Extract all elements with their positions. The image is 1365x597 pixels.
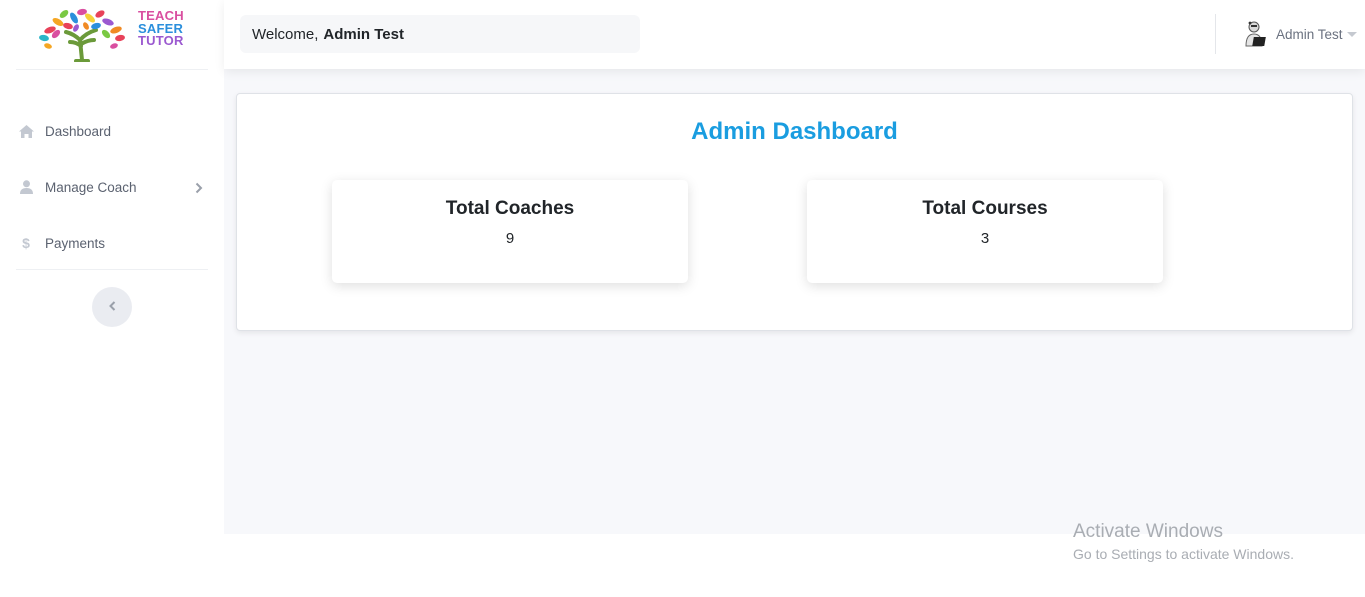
watermark-subtitle: Go to Settings to activate Windows. [1073,546,1294,562]
brand-line-tutor: TUTOR [138,33,184,48]
stat-value: 3 [980,230,990,247]
avatar [1241,19,1271,49]
stat-value: 9 [505,230,515,247]
dashboard-card: Admin Dashboard Total Coaches 9 Total Co… [236,93,1353,331]
sidebar: TEACH SAFER TUTOR Dashboard Manage Coach… [0,0,224,597]
chevron-right-icon [195,181,205,194]
brand-wordmark: TEACH SAFER TUTOR [138,9,184,48]
stat-card-total-coaches: Total Coaches 9 [332,180,688,283]
header-divider [1215,14,1216,54]
sidebar-item-dashboard[interactable]: Dashboard [0,111,224,151]
user-icon [18,179,34,195]
stat-label: Total Courses [922,198,1048,219]
sidebar-item-payments[interactable]: $ Payments [0,223,224,263]
caret-down-icon [1346,31,1357,37]
home-icon [18,123,34,139]
sidebar-item-label: Manage Coach [45,179,137,195]
sidebar-divider-top [16,69,208,70]
welcome-username: Admin Test [323,25,404,43]
sidebar-collapse-button[interactable] [92,287,132,327]
welcome-prefix: Welcome, [252,25,319,43]
watermark-title: Activate Windows [1073,521,1223,542]
sidebar-divider-bottom [16,269,208,270]
main-content: Admin Dashboard Total Coaches 9 Total Co… [224,69,1365,534]
windows-activation-watermark: Activate Windows Go to Settings to activ… [1073,521,1294,562]
page-title: Admin Dashboard [691,118,898,145]
tree-logo-icon [39,8,125,62]
dollar-icon: $ [22,235,30,251]
sidebar-item-label: Payments [45,235,106,251]
brand-logo[interactable]: TEACH SAFER TUTOR [30,6,200,64]
sidebar-item-label: Dashboard [45,123,112,139]
welcome-banner: Welcome, Admin Test [240,15,640,53]
stat-label: Total Coaches [445,198,575,219]
chevron-left-icon [108,298,116,316]
user-menu-label: Admin Test [1276,26,1343,42]
sidebar-item-manage-coach[interactable]: Manage Coach [0,167,224,207]
user-menu-toggle[interactable]: Admin Test [1241,18,1357,50]
top-header: Welcome, Admin Test Admin Test [224,0,1365,69]
stat-card-total-courses: Total Courses 3 [807,180,1163,283]
